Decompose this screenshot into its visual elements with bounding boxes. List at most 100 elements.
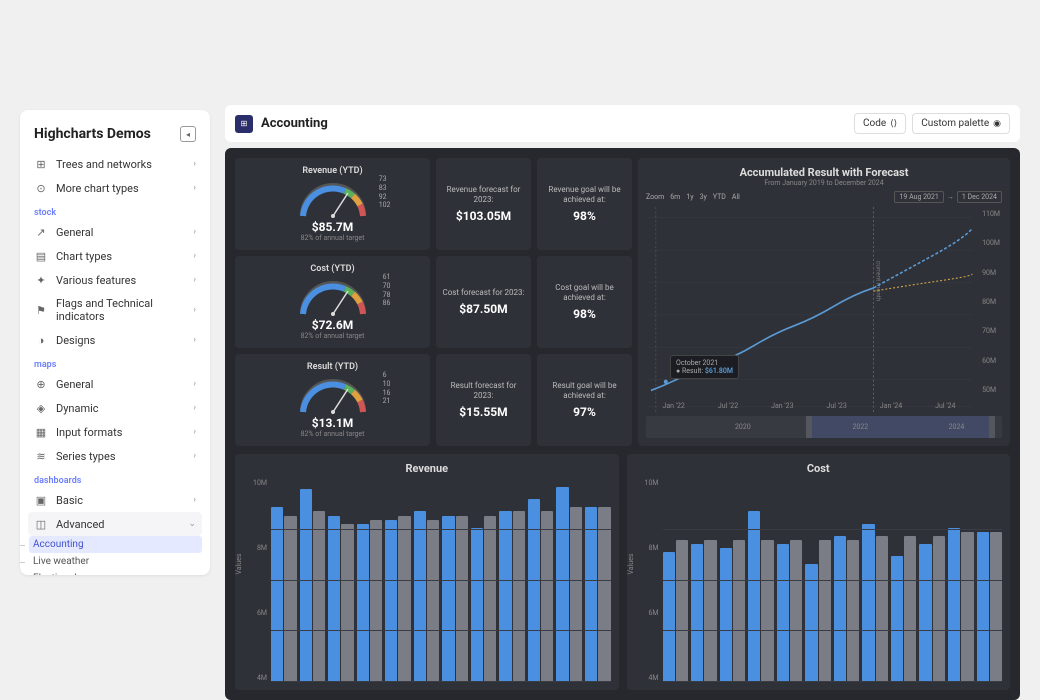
sidebar-item[interactable]: ⊕General› <box>28 372 202 396</box>
sidebar-item[interactable]: ◈Dynamic› <box>28 396 202 420</box>
bar-target[interactable] <box>598 507 610 682</box>
bar-actual[interactable] <box>271 507 283 682</box>
nav-icon: ◫ <box>34 517 48 531</box>
sidebar-item[interactable]: ◫Advanced⌄ <box>28 512 202 536</box>
bar-target[interactable] <box>456 516 468 682</box>
bar-target[interactable] <box>284 516 296 682</box>
bar-actual[interactable] <box>891 556 903 682</box>
bar-actual[interactable] <box>556 487 568 682</box>
bar-actual[interactable] <box>357 524 369 682</box>
chevron-icon: › <box>193 275 196 285</box>
bar-target[interactable] <box>819 540 831 682</box>
sidebar-item[interactable]: ↗General› <box>28 220 202 244</box>
nav-icon: ⚑ <box>34 303 48 317</box>
bar-target[interactable] <box>704 540 716 682</box>
sidebar-item[interactable]: ◑Designs› <box>28 328 202 352</box>
nav-icon: ≋ <box>34 449 48 463</box>
zoom-option[interactable]: All <box>732 193 740 201</box>
bar-actual[interactable] <box>663 552 675 682</box>
bar-actual[interactable] <box>414 511 426 682</box>
bar-actual[interactable] <box>862 524 874 682</box>
bar-target[interactable] <box>513 511 525 682</box>
zoom-option[interactable]: 6m <box>670 193 680 201</box>
zoom-option[interactable]: 1y <box>686 193 693 201</box>
bar-target[interactable] <box>541 511 553 682</box>
cost-bar-card: Cost 10M8M6M4M Values <box>627 454 1011 690</box>
bar-group <box>300 479 326 682</box>
bar-target[interactable] <box>847 540 859 682</box>
bar-target[interactable] <box>904 536 916 682</box>
bar-target[interactable] <box>570 507 582 682</box>
sidebar-collapse-icon[interactable] <box>180 126 196 142</box>
bar-target[interactable] <box>370 520 382 682</box>
bar-actual[interactable] <box>834 536 846 682</box>
bar-target[interactable] <box>761 540 773 682</box>
bar-target[interactable] <box>427 520 439 682</box>
bar-group <box>499 479 525 682</box>
sidebar-item[interactable]: ✦Various features› <box>28 268 202 292</box>
bar-group <box>585 479 611 682</box>
bar-actual[interactable] <box>948 528 960 682</box>
cost-gauge-card: Cost (YTD) 61707886 $72.6M 82% of annual… <box>235 256 430 348</box>
chevron-icon: › <box>193 451 196 461</box>
bar-actual[interactable] <box>528 499 540 682</box>
sidebar-item[interactable]: ⊞Trees and networks› <box>28 152 202 176</box>
sidebar-sub-item[interactable]: Accounting <box>29 536 202 553</box>
bar-actual[interactable] <box>442 516 454 682</box>
cost-bar-chart[interactable]: 10M8M6M4M Values <box>635 479 1003 682</box>
bar-actual[interactable] <box>919 544 931 682</box>
bar-target[interactable] <box>990 532 1002 682</box>
bar-actual[interactable] <box>777 544 789 682</box>
bar-actual[interactable] <box>748 511 760 682</box>
bar-target[interactable] <box>790 540 802 682</box>
sidebar-item[interactable]: ⊙More chart types› <box>28 176 202 200</box>
chevron-icon: › <box>193 427 196 437</box>
revenue-bar-card: Revenue 10M8M6M4M Values <box>235 454 619 690</box>
bar-target[interactable] <box>933 536 945 682</box>
bar-actual[interactable] <box>499 511 511 682</box>
bar-actual[interactable] <box>300 489 312 682</box>
code-button[interactable]: Code⟨⟩ <box>854 113 906 134</box>
sidebar-item[interactable]: ≋Series types› <box>28 444 202 468</box>
bar-target[interactable] <box>676 540 688 682</box>
zoom-option[interactable]: 3y <box>700 193 707 201</box>
dashboard: Revenue (YTD) 738392102 $85.7M 82% of an… <box>225 148 1020 700</box>
date-to-input[interactable]: 1 Dec 2024 <box>957 191 1002 203</box>
bar-target[interactable] <box>961 532 973 682</box>
chevron-icon: › <box>193 335 196 345</box>
chevron-icon: › <box>193 227 196 237</box>
bar-actual[interactable] <box>977 532 989 682</box>
bar-target[interactable] <box>341 524 353 682</box>
bar-group <box>720 479 746 682</box>
bar-target[interactable] <box>733 540 745 682</box>
bar-group <box>891 479 917 682</box>
date-from-input[interactable]: 19 Aug 2021 <box>894 191 943 203</box>
sidebar-sub-item[interactable]: Election demo <box>29 570 202 575</box>
bar-target[interactable] <box>398 516 410 682</box>
bar-actual[interactable] <box>691 544 703 682</box>
sidebar-sub-item[interactable]: Live weather <box>29 553 202 570</box>
bar-actual[interactable] <box>585 507 597 682</box>
sidebar-item[interactable]: ▣Basic› <box>28 488 202 512</box>
bar-actual[interactable] <box>720 548 732 682</box>
sidebar-item[interactable]: ▤Chart types› <box>28 244 202 268</box>
revenue-bar-chart[interactable]: 10M8M6M4M Values <box>243 479 611 682</box>
bar-target[interactable] <box>313 511 325 682</box>
bar-actual[interactable] <box>805 564 817 682</box>
revenue-bar-title: Revenue <box>243 462 611 475</box>
cost-goal-card: Cost goal will be achieved at:98% <box>537 256 632 348</box>
sidebar-item[interactable]: ⚑Flags and Technical indicators› <box>28 292 202 328</box>
result-forecast-card: Result forecast for 2023:$15.55M <box>436 354 531 446</box>
bar-actual[interactable] <box>328 516 340 682</box>
chart-navigator[interactable]: 2020 2022 2024 <box>646 416 1002 438</box>
forecast-chart[interactable]: current month 110M100M90M80M70M60M50M Ja… <box>646 207 1002 412</box>
bar-target[interactable] <box>484 516 496 682</box>
bar-actual[interactable] <box>471 528 483 682</box>
sidebar-item[interactable]: ▦Input formats› <box>28 420 202 444</box>
page-title: Accounting <box>261 116 848 131</box>
nav-icon: ↗ <box>34 225 48 239</box>
zoom-option[interactable]: YTD <box>713 193 726 201</box>
custom-palette-button[interactable]: Custom palette◉ <box>912 113 1010 134</box>
bar-actual[interactable] <box>385 520 397 682</box>
bar-target[interactable] <box>876 536 888 682</box>
